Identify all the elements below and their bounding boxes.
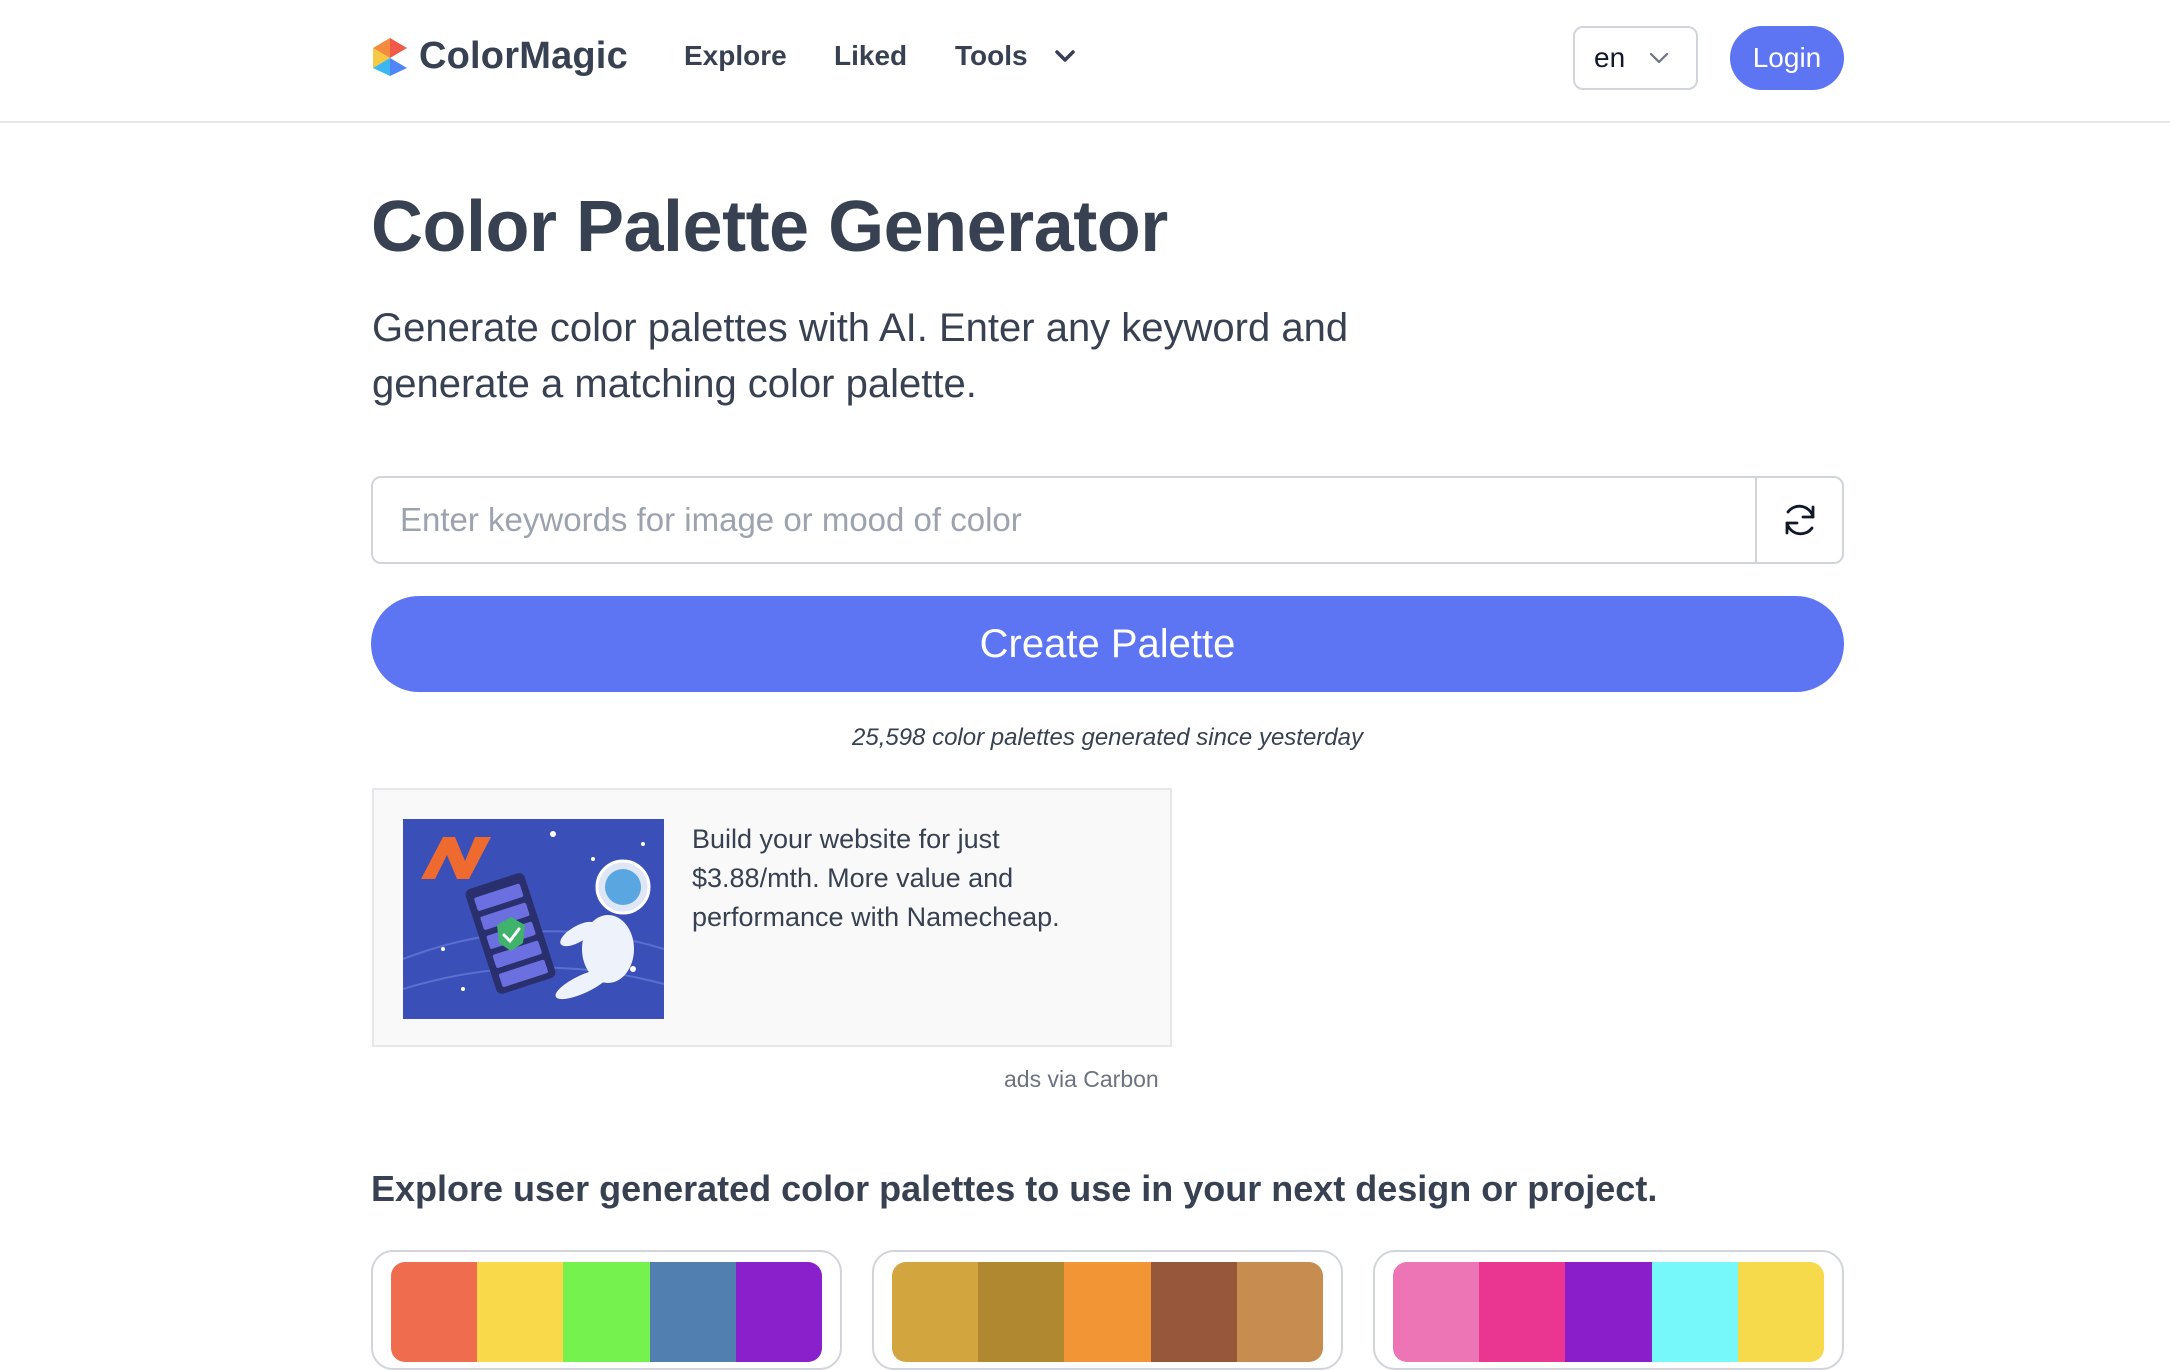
nav-tools-dropdown[interactable]: Tools bbox=[955, 40, 1076, 72]
subtitle-line-2: generate a matching color palette. bbox=[372, 362, 977, 406]
palette-swatches[interactable] bbox=[391, 1262, 822, 1362]
keyword-input[interactable] bbox=[373, 478, 1755, 562]
colormagic-logo-icon bbox=[373, 37, 407, 76]
keyword-search-box bbox=[371, 476, 1844, 564]
top-header: ColorMagic Explore Liked Tools en Login bbox=[0, 0, 2170, 123]
color-swatch[interactable] bbox=[1236, 1262, 1323, 1362]
ad-text[interactable]: Build your website for just $3.88/mth. M… bbox=[692, 820, 1132, 937]
refresh-icon bbox=[1785, 504, 1814, 536]
generation-stats: 25,598 color palettes generated since ye… bbox=[852, 724, 1363, 751]
nav-explore[interactable]: Explore bbox=[684, 40, 787, 72]
nav-tools-label: Tools bbox=[955, 40, 1028, 71]
page-subtitle: Generate color palettes with AI. Enter a… bbox=[372, 300, 1472, 412]
color-swatch[interactable] bbox=[892, 1262, 979, 1362]
color-swatch[interactable] bbox=[1479, 1262, 1566, 1362]
color-swatch[interactable] bbox=[1651, 1262, 1738, 1362]
ad-image[interactable] bbox=[403, 819, 664, 1019]
color-swatch[interactable] bbox=[1565, 1262, 1652, 1362]
brand-name: ColorMagic bbox=[419, 35, 628, 77]
language-select[interactable]: en bbox=[1573, 26, 1698, 90]
palette-card[interactable] bbox=[872, 1250, 1343, 1370]
palette-swatches[interactable] bbox=[892, 1262, 1323, 1362]
brand-logo[interactable]: ColorMagic bbox=[371, 35, 628, 78]
color-swatch[interactable] bbox=[391, 1262, 478, 1362]
carbon-ad[interactable]: Build your website for just $3.88/mth. M… bbox=[372, 788, 1172, 1047]
color-swatch[interactable] bbox=[1737, 1262, 1824, 1362]
color-swatch[interactable] bbox=[1150, 1262, 1237, 1362]
ads-via-carbon-link[interactable]: ads via Carbon bbox=[1004, 1066, 1159, 1093]
palette-swatches[interactable] bbox=[1393, 1262, 1824, 1362]
palette-card[interactable] bbox=[1373, 1250, 1844, 1370]
palette-card[interactable] bbox=[371, 1250, 842, 1370]
color-swatch[interactable] bbox=[649, 1262, 736, 1362]
color-swatch[interactable] bbox=[735, 1262, 822, 1362]
color-swatch[interactable] bbox=[563, 1262, 650, 1362]
color-swatch[interactable] bbox=[1064, 1262, 1151, 1362]
color-swatch[interactable] bbox=[477, 1262, 564, 1362]
page-title: Color Palette Generator bbox=[371, 187, 1168, 267]
subtitle-line-1: Generate color palettes with AI. Enter a… bbox=[372, 306, 1349, 350]
nav-liked[interactable]: Liked bbox=[834, 40, 907, 72]
random-keyword-button[interactable] bbox=[1755, 478, 1842, 562]
language-value: en bbox=[1594, 42, 1626, 73]
color-swatch[interactable] bbox=[978, 1262, 1065, 1362]
color-swatch[interactable] bbox=[1393, 1262, 1480, 1362]
create-palette-button[interactable]: Create Palette bbox=[371, 596, 1844, 692]
explore-heading: Explore user generated color palettes to… bbox=[371, 1168, 1658, 1209]
chevron-down-icon bbox=[1054, 50, 1075, 62]
login-button[interactable]: Login bbox=[1730, 26, 1844, 90]
chevron-down-icon bbox=[1650, 52, 1669, 64]
